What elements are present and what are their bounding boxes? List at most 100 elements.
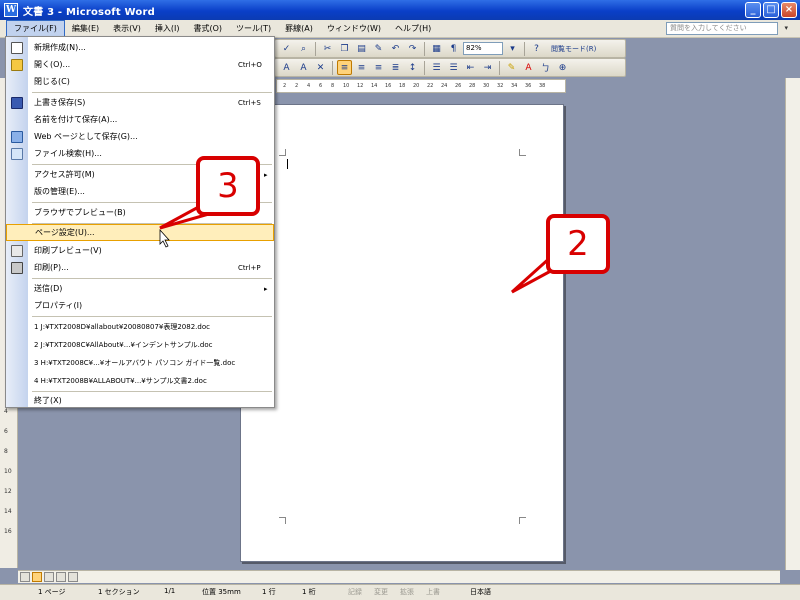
menu-table[interactable]: 罫線(A) (278, 21, 320, 36)
menu-view[interactable]: 表示(V) (106, 21, 148, 36)
menu-item-new[interactable]: 新規作成(N)... (6, 39, 274, 56)
menu-item-label: 開く(O)... (34, 60, 71, 69)
menu-item-label: Web ページとして保存(G)... (34, 132, 138, 141)
menu-item-recent-3[interactable]: 3 H:¥TXT2008C¥...¥オールアバウト パソコン ガイド一覧.doc (6, 354, 274, 371)
reading-layout-view-icon[interactable] (68, 572, 78, 582)
horizontal-ruler[interactable]: 2 2 4 6 8 10 12 14 16 18 20 22 24 26 28 … (276, 79, 566, 93)
web-layout-view-icon[interactable] (32, 572, 42, 582)
menu-item-recent-1[interactable]: 1 J:¥TXT2008D¥allabout¥20080807¥表理2082.d… (6, 318, 274, 335)
help-icon[interactable]: ? (529, 41, 544, 56)
standard-toolbar: ✓ ⌕ ✂ ❐ ▤ ✎ ↶ ↷ ▦ ¶ 82% ▾ ? 閲覧モード(R) (274, 39, 626, 58)
status-page-count: 1/1 (164, 587, 176, 595)
decrease-indent-icon[interactable]: ⇤ (463, 60, 478, 75)
menu-insert[interactable]: 挿入(I) (148, 21, 187, 36)
vertical-scrollbar[interactable] (785, 78, 800, 570)
increase-indent-icon[interactable]: ⇥ (480, 60, 495, 75)
outline-view-icon[interactable] (56, 572, 66, 582)
minimize-icon[interactable]: _ (745, 2, 761, 18)
menu-item-print-preview[interactable]: 印刷プレビュー(V) (6, 242, 274, 259)
enclose-character-icon[interactable]: ⊕ (555, 60, 570, 75)
toolbar-separator (315, 41, 316, 56)
menu-item-save[interactable]: 上書き保存(S) Ctrl+S (6, 94, 274, 111)
bullets-icon[interactable]: ☰ (446, 60, 461, 75)
menu-item-print[interactable]: 印刷(P)... Ctrl+P (6, 259, 274, 276)
copy-icon[interactable]: ❐ (337, 41, 352, 56)
menu-item-recent-2[interactable]: 2 J:¥TXT2008C¥AllAbout¥...¥インデントサンプル.doc (6, 336, 274, 353)
crop-mark-bottom-left (279, 517, 286, 524)
submenu-arrow-icon: ▸ (264, 284, 268, 293)
character-scale-icon[interactable]: ✕ (313, 60, 328, 75)
menu-item-save-as-web[interactable]: Web ページとして保存(G)... (6, 128, 274, 145)
menu-item-page-setup[interactable]: ページ設定(U)... (6, 224, 274, 241)
status-record[interactable]: 記録 (348, 587, 362, 597)
menu-edit[interactable]: 編集(E) (65, 21, 106, 36)
print-layout-view-icon[interactable] (44, 572, 54, 582)
distributed-icon[interactable]: ≣ (388, 60, 403, 75)
menu-item-shortcut: Ctrl+O (238, 60, 262, 69)
highlight-icon[interactable]: ✎ (504, 60, 519, 75)
menu-separator (32, 278, 272, 279)
menu-item-label: 新規作成(N)... (34, 43, 86, 52)
menu-format[interactable]: 書式(O) (186, 21, 229, 36)
menu-file[interactable]: ファイル(F) (6, 20, 65, 37)
document-page[interactable] (240, 104, 564, 562)
status-overtype[interactable]: 上書 (426, 587, 440, 597)
font-color-icon[interactable]: A (521, 60, 536, 75)
menu-item-label: 閉じる(C) (34, 77, 70, 86)
show-formatting-icon[interactable]: ¶ (446, 41, 461, 56)
status-column: 1 桁 (302, 588, 316, 596)
spelling-icon[interactable]: ✓ (279, 41, 294, 56)
menu-item-label: 送信(D) (34, 284, 63, 293)
align-right-icon[interactable]: ≡ (371, 60, 386, 75)
chevron-down-icon[interactable]: ▾ (505, 41, 520, 56)
horizontal-scrollbar[interactable] (18, 570, 780, 583)
line-spacing-icon[interactable]: ↕ (405, 60, 420, 75)
status-section: 1 セクション (98, 588, 140, 596)
menu-item-properties[interactable]: プロパティ(I) (6, 297, 274, 314)
menu-window[interactable]: ウィンドウ(W) (320, 21, 388, 36)
menu-tools[interactable]: ツール(T) (229, 21, 278, 36)
toolbar-separator (499, 60, 500, 75)
zoom-select[interactable]: 82% (463, 42, 503, 55)
status-track-changes[interactable]: 変更 (374, 587, 388, 597)
close-icon[interactable]: × (781, 2, 797, 18)
word-app-icon: W (4, 3, 18, 17)
web-page-icon (11, 130, 23, 143)
cut-icon[interactable]: ✂ (320, 41, 335, 56)
normal-view-icon[interactable] (20, 572, 30, 582)
phonetic-guide-icon[interactable]: ㄅ (538, 60, 553, 75)
read-mode-button[interactable]: 閲覧モード(R) (546, 42, 601, 56)
table-icon[interactable]: ▦ (429, 41, 444, 56)
undo-icon[interactable]: ↶ (388, 41, 403, 56)
numbering-icon[interactable]: ☰ (429, 60, 444, 75)
maximize-icon[interactable]: □ (763, 2, 779, 18)
help-search-input[interactable]: 質問を入力してください (666, 22, 778, 35)
save-icon (11, 96, 23, 109)
formatting-toolbar: A A ✕ ≡ ≡ ≡ ≣ ↕ ☰ ☰ ⇤ ⇥ ✎ A ㄅ ⊕ (274, 58, 626, 77)
menu-item-label: ページ設定(U)... (35, 228, 95, 237)
research-icon[interactable]: ⌕ (296, 41, 311, 56)
menu-item-exit[interactable]: 終了(X) (6, 392, 274, 409)
menu-help[interactable]: ヘルプ(H) (388, 21, 438, 36)
file-search-icon (11, 147, 23, 160)
print-icon (11, 261, 23, 274)
status-position: 位置 35mm (202, 588, 241, 596)
menu-item-open[interactable]: 開く(O)... Ctrl+O (6, 56, 274, 73)
file-menu-dropdown: 新規作成(N)... 開く(O)... Ctrl+O 閉じる(C) 上書き保存(… (5, 36, 275, 408)
status-bar: 1 ページ 1 セクション 1/1 位置 35mm 1 行 1 桁 記録 変更 … (0, 584, 800, 600)
menu-item-save-as[interactable]: 名前を付けて保存(A)... (6, 111, 274, 128)
menu-item-send[interactable]: 送信(D) ▸ (6, 280, 274, 297)
paste-icon[interactable]: ▤ (354, 41, 369, 56)
menu-item-recent-4[interactable]: 4 H:¥TXT2008B¥ALLABOUT¥...¥サンプル文書2.doc (6, 372, 274, 389)
menu-item-close[interactable]: 閉じる(C) (6, 73, 274, 90)
text-cursor (287, 159, 288, 169)
menu-item-label: 印刷プレビュー(V) (34, 246, 102, 255)
align-justify-icon[interactable]: ≡ (337, 60, 352, 75)
font-color-a-icon[interactable]: A (279, 60, 294, 75)
format-painter-icon[interactable]: ✎ (371, 41, 386, 56)
status-extend[interactable]: 拡張 (400, 587, 414, 597)
redo-icon[interactable]: ↷ (405, 41, 420, 56)
chevron-down-icon[interactable]: ▾ (784, 24, 788, 32)
character-border-icon[interactable]: A (296, 60, 311, 75)
align-center-icon[interactable]: ≡ (354, 60, 369, 75)
